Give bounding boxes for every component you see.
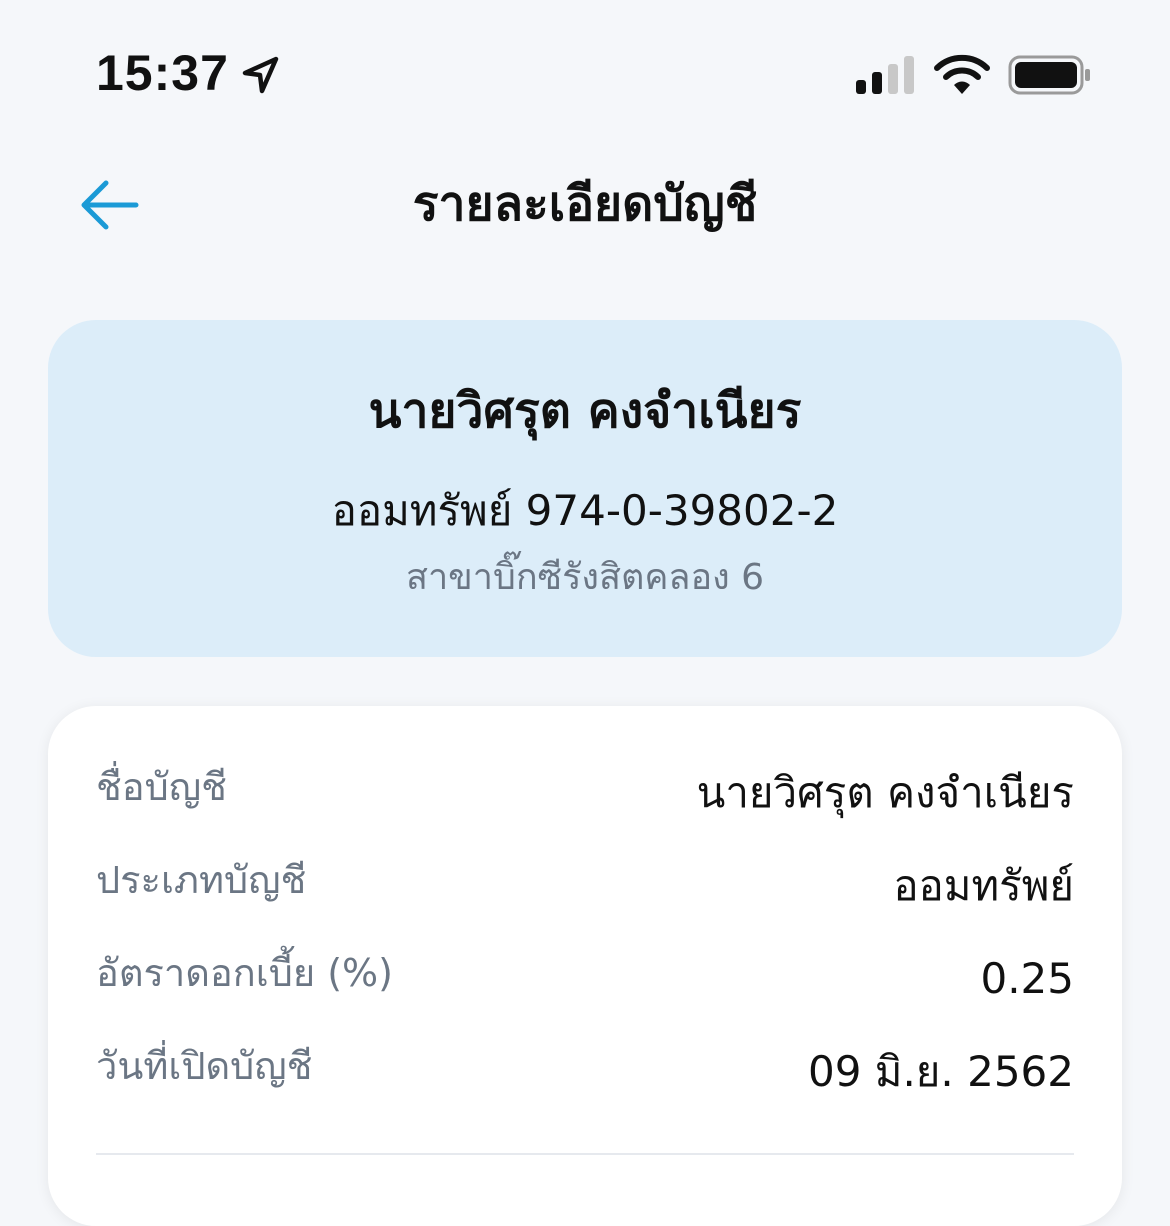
account-holder-name: นายวิศรุต คงจำเนียร <box>368 383 802 439</box>
detail-label: อัตราดอกเบี้ย (%) <box>96 951 393 995</box>
detail-value: นายวิศรุต คงจำเนียร <box>696 768 1074 817</box>
wifi-icon <box>934 54 990 94</box>
detail-row-account-type: ประเภทบัญชี ออมทรัพย์ <box>96 845 1074 915</box>
signal-icon <box>856 56 914 94</box>
status-bar: 15:37 <box>0 0 1170 150</box>
status-time: 15:37 <box>96 45 229 101</box>
detail-value: 09 มิ.ย. 2562 <box>807 1047 1074 1096</box>
account-type-number: ออมทรัพย์ 974-0-39802-2 <box>331 486 839 535</box>
detail-value: ออมทรัพย์ <box>893 861 1074 910</box>
detail-row-open-date: วันที่เปิดบัญชี 09 มิ.ย. 2562 <box>96 1031 1074 1101</box>
page-title: รายละเอียดบัญชี <box>412 176 758 232</box>
account-branch: สาขาบิ๊กซีรังสิตคลอง 6 <box>405 557 765 598</box>
detail-row-account-name: ชื่อบัญชี นายวิศรุต คงจำเนียร <box>96 752 1074 822</box>
detail-value: 0.25 <box>980 954 1074 1003</box>
detail-row-interest-rate: อัตราดอกเบี้ย (%) 0.25 <box>96 938 1074 1008</box>
detail-label: วันที่เปิดบัญชี <box>96 1044 313 1088</box>
detail-label: ชื่อบัญชี <box>96 765 227 809</box>
location-arrow-icon <box>242 56 279 94</box>
detail-label: ประเภทบัญชี <box>96 858 307 902</box>
battery-icon <box>1008 55 1090 95</box>
divider <box>96 1153 1074 1155</box>
